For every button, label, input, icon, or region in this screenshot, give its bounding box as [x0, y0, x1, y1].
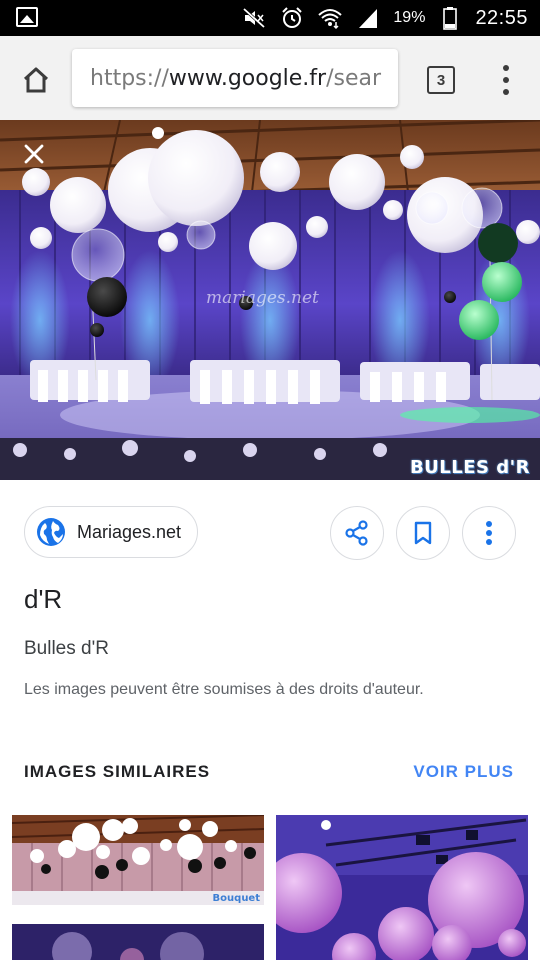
- image-brand-logo: BULLES d'R: [409, 457, 530, 478]
- similar-image-thumb[interactable]: [276, 815, 528, 960]
- similar-image-thumb[interactable]: Bouquet: [12, 815, 264, 912]
- bookmark-icon: [414, 521, 432, 545]
- thumb-logo: Bouquet: [212, 893, 260, 904]
- gallery-icon: [16, 7, 38, 27]
- tabs-button[interactable]: 3: [427, 66, 455, 94]
- globe-icon: [37, 518, 65, 546]
- close-button[interactable]: [18, 138, 50, 170]
- url-path: /sear: [326, 65, 382, 91]
- save-button[interactable]: [396, 506, 450, 560]
- alarm-icon: [279, 5, 305, 31]
- url-scheme: https://: [90, 65, 169, 91]
- clock: 22:55: [475, 6, 528, 29]
- url-host: www.google.fr: [168, 65, 327, 91]
- close-icon: [24, 144, 44, 164]
- share-button[interactable]: [330, 506, 384, 560]
- address-bar[interactable]: https://www.google.fr/sear: [72, 49, 398, 107]
- status-bar: 19% 22:55: [0, 0, 540, 36]
- copyright-notice: Les images peuvent être soumises à des d…: [24, 681, 424, 698]
- more-vert-icon: [486, 521, 492, 545]
- browser-menu-button[interactable]: [494, 62, 518, 98]
- tab-count: 3: [436, 71, 446, 89]
- share-icon: [345, 520, 368, 546]
- more-options-button[interactable]: [462, 506, 516, 560]
- similar-images-heading: IMAGES SIMILAIRES: [24, 762, 211, 781]
- battery-percent: 19%: [393, 9, 426, 26]
- mute-icon: [241, 5, 267, 31]
- image-watermark: mariages.net: [206, 288, 319, 308]
- similar-image-thumb[interactable]: [12, 924, 264, 960]
- home-icon: [23, 67, 49, 93]
- image-title[interactable]: d'R: [24, 584, 62, 615]
- image-subtitle: Bulles d'R: [24, 638, 109, 659]
- browser-toolbar: https://www.google.fr/sear 3: [0, 36, 540, 120]
- main-image[interactable]: mariages.net BULLES d'R: [0, 120, 540, 480]
- wifi-icon: [317, 5, 343, 31]
- battery-icon: [437, 5, 463, 31]
- see-more-link[interactable]: VOIR PLUS: [413, 762, 514, 782]
- signal-icon: [355, 5, 381, 31]
- source-label: Mariages.net: [77, 521, 182, 542]
- source-chip[interactable]: Mariages.net: [24, 506, 198, 558]
- home-button[interactable]: [14, 58, 58, 102]
